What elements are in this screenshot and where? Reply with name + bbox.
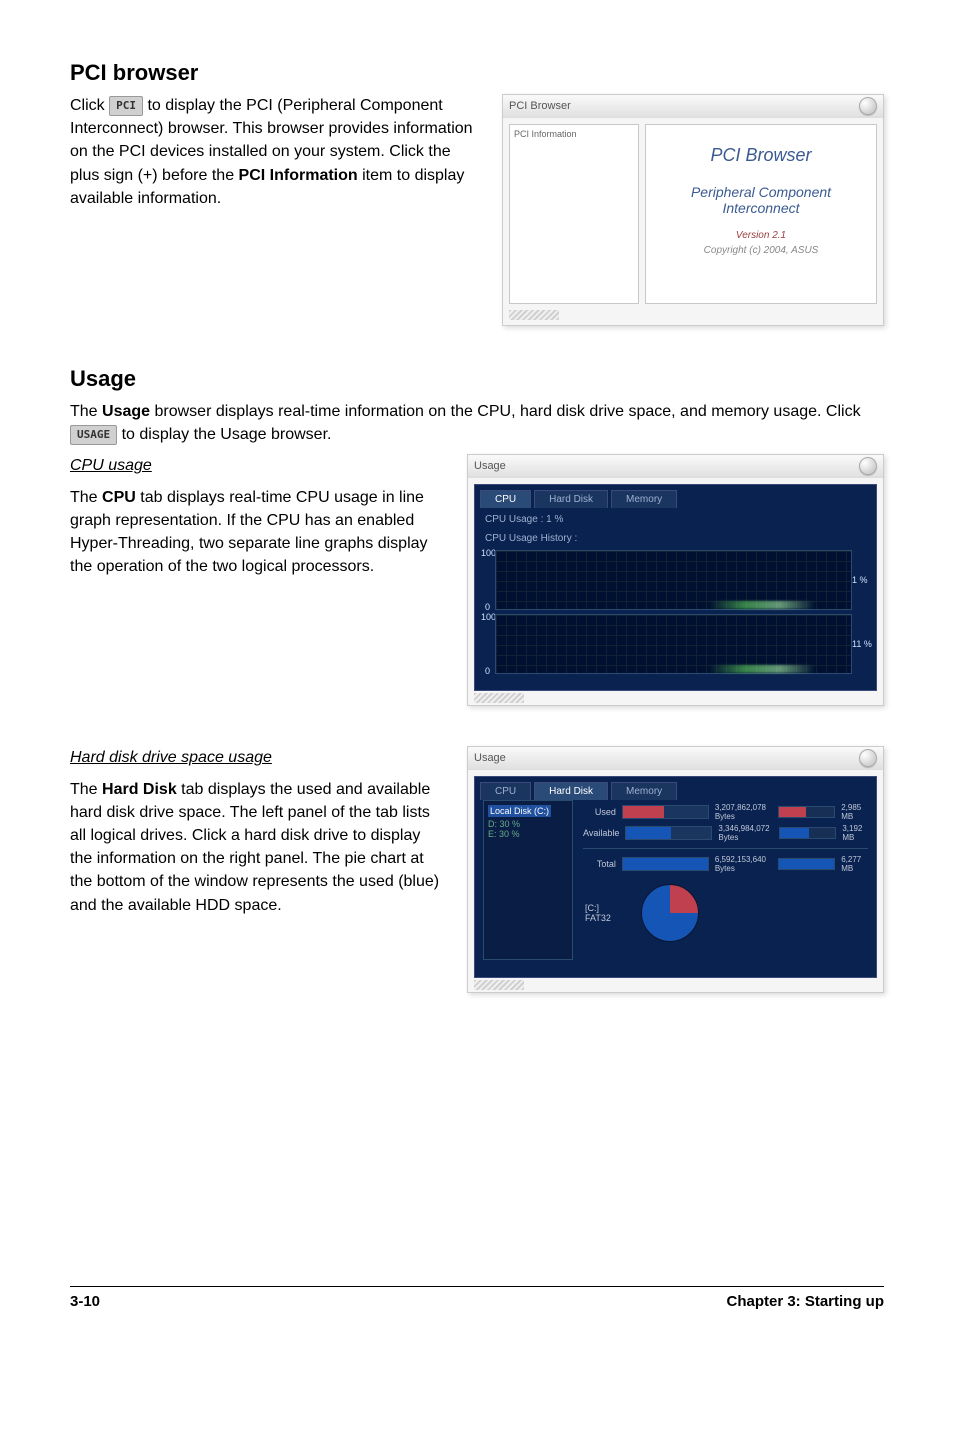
cpu-bold: CPU <box>102 489 136 506</box>
total-bytes: 6,592,153,640 Bytes <box>715 855 772 873</box>
drive-c-label: [C:] <box>585 903 611 913</box>
pci-screenshot: PCI Browser PCI Information PCI Browser … <box>502 94 884 326</box>
pci-copyright: Copyright (c) 2004, ASUS <box>652 245 870 256</box>
tab-hdd-2: Hard Disk <box>534 782 608 800</box>
pci-bold-1: PCI Information <box>239 167 358 184</box>
scale-0-b: 0 <box>485 666 490 676</box>
cpu-b1: The <box>70 489 102 506</box>
page-number: 3-10 <box>70 1293 100 1310</box>
pci-body-1: Click <box>70 97 109 114</box>
tab-hdd: Hard Disk <box>534 490 608 508</box>
pci-heading: PCI browser <box>70 60 884 86</box>
drive-d-item: D: 30 % <box>488 819 568 829</box>
scale-0-a: 0 <box>485 602 490 612</box>
tab-memory-2: Memory <box>611 782 677 800</box>
total-label: Total <box>583 859 616 869</box>
scale-100-a: 100 <box>481 548 496 558</box>
grip-icon <box>474 980 524 990</box>
close-icon <box>859 97 877 115</box>
cpu-usage-title: CPU usage <box>70 457 152 474</box>
avail-bar <box>625 826 712 840</box>
pie-chart <box>641 884 699 942</box>
usage-intro-3: to display the Usage browser. <box>122 426 332 443</box>
fs-label: FAT32 <box>585 913 611 923</box>
cpu-shot-title: Usage <box>474 460 506 472</box>
usage-heading: Usage <box>70 366 884 392</box>
used-bar-2 <box>778 806 835 818</box>
drive-list: Local Disk (C:) D: 30 % E: 30 % <box>483 800 573 960</box>
drive-e-item: E: 30 % <box>488 829 568 839</box>
total-bar-2 <box>778 858 835 870</box>
pci-tree: PCI Information <box>509 124 639 304</box>
hdd-bold: Hard Disk <box>102 781 177 798</box>
used-bytes: 3,207,862,078 Bytes <box>715 803 772 821</box>
usage-intro-2: browser displays real-time information o… <box>155 403 861 420</box>
cpu-graph-1 <box>495 550 852 610</box>
avail-bytes: 3,346,984,072 Bytes <box>718 824 773 842</box>
close-icon <box>859 457 877 475</box>
drive-c-item: Local Disk (C:) <box>488 805 551 817</box>
hdd-usage-screenshot: Usage CPU Hard Disk Memory Local Disk (C… <box>467 746 884 993</box>
usage-button-mock: USAGE <box>70 425 117 445</box>
pci-sub-2: Interconnect <box>652 200 870 216</box>
pci-title-text: PCI Browser <box>652 145 870 166</box>
avail-label: Available <box>583 828 619 838</box>
cpu-usage-screenshot: Usage CPU Hard Disk Memory CPU Usage : 1… <box>467 454 884 706</box>
cpu-history-label: CPU Usage History : <box>475 527 876 546</box>
pci-button-mock: PCI <box>109 96 143 116</box>
total-gb: 6,277 MB <box>841 855 868 873</box>
hdd-b2: tab displays the used and available hard… <box>70 781 439 914</box>
pci-body: Click PCI to display the PCI (Peripheral… <box>70 94 477 210</box>
hdd-usage-title: Hard disk drive space usage <box>70 749 272 766</box>
chapter-title: Chapter 3: Starting up <box>726 1293 884 1310</box>
tab-memory: Memory <box>611 490 677 508</box>
cpu-usage-val: CPU Usage : 1 % <box>475 508 876 527</box>
avail-gb: 3,192 MB <box>842 824 868 842</box>
usage-intro-1: The <box>70 403 102 420</box>
pci-tree-root: PCI Information <box>514 129 577 139</box>
tab-cpu-2: CPU <box>480 782 531 800</box>
avail-bar-2 <box>779 827 836 839</box>
pci-version: Version 2.1 <box>652 230 870 241</box>
used-gb: 2,985 MB <box>841 803 868 821</box>
pct-1: 1 % <box>852 575 872 585</box>
pci-shot-title: PCI Browser <box>509 100 571 112</box>
scale-100-b: 100 <box>481 612 496 622</box>
total-bar <box>622 857 709 871</box>
used-label: Used <box>583 807 616 817</box>
cpu-usage-body: The CPU tab displays real-time CPU usage… <box>70 486 442 579</box>
hdd-b1: The <box>70 781 102 798</box>
used-bar <box>622 805 709 819</box>
pci-sub-1: Peripheral Component <box>652 184 870 200</box>
hdd-usage-body: The Hard Disk tab displays the used and … <box>70 778 442 917</box>
grip-icon <box>509 310 559 320</box>
usage-intro: The Usage browser displays real-time inf… <box>70 400 884 446</box>
tab-cpu: CPU <box>480 490 531 508</box>
cpu-graph-2 <box>495 614 852 674</box>
pct-2: 11 % <box>852 639 872 649</box>
close-icon <box>859 749 877 767</box>
usage-intro-bold: Usage <box>102 403 150 420</box>
grip-icon <box>474 693 524 703</box>
hdd-shot-title: Usage <box>474 752 506 764</box>
